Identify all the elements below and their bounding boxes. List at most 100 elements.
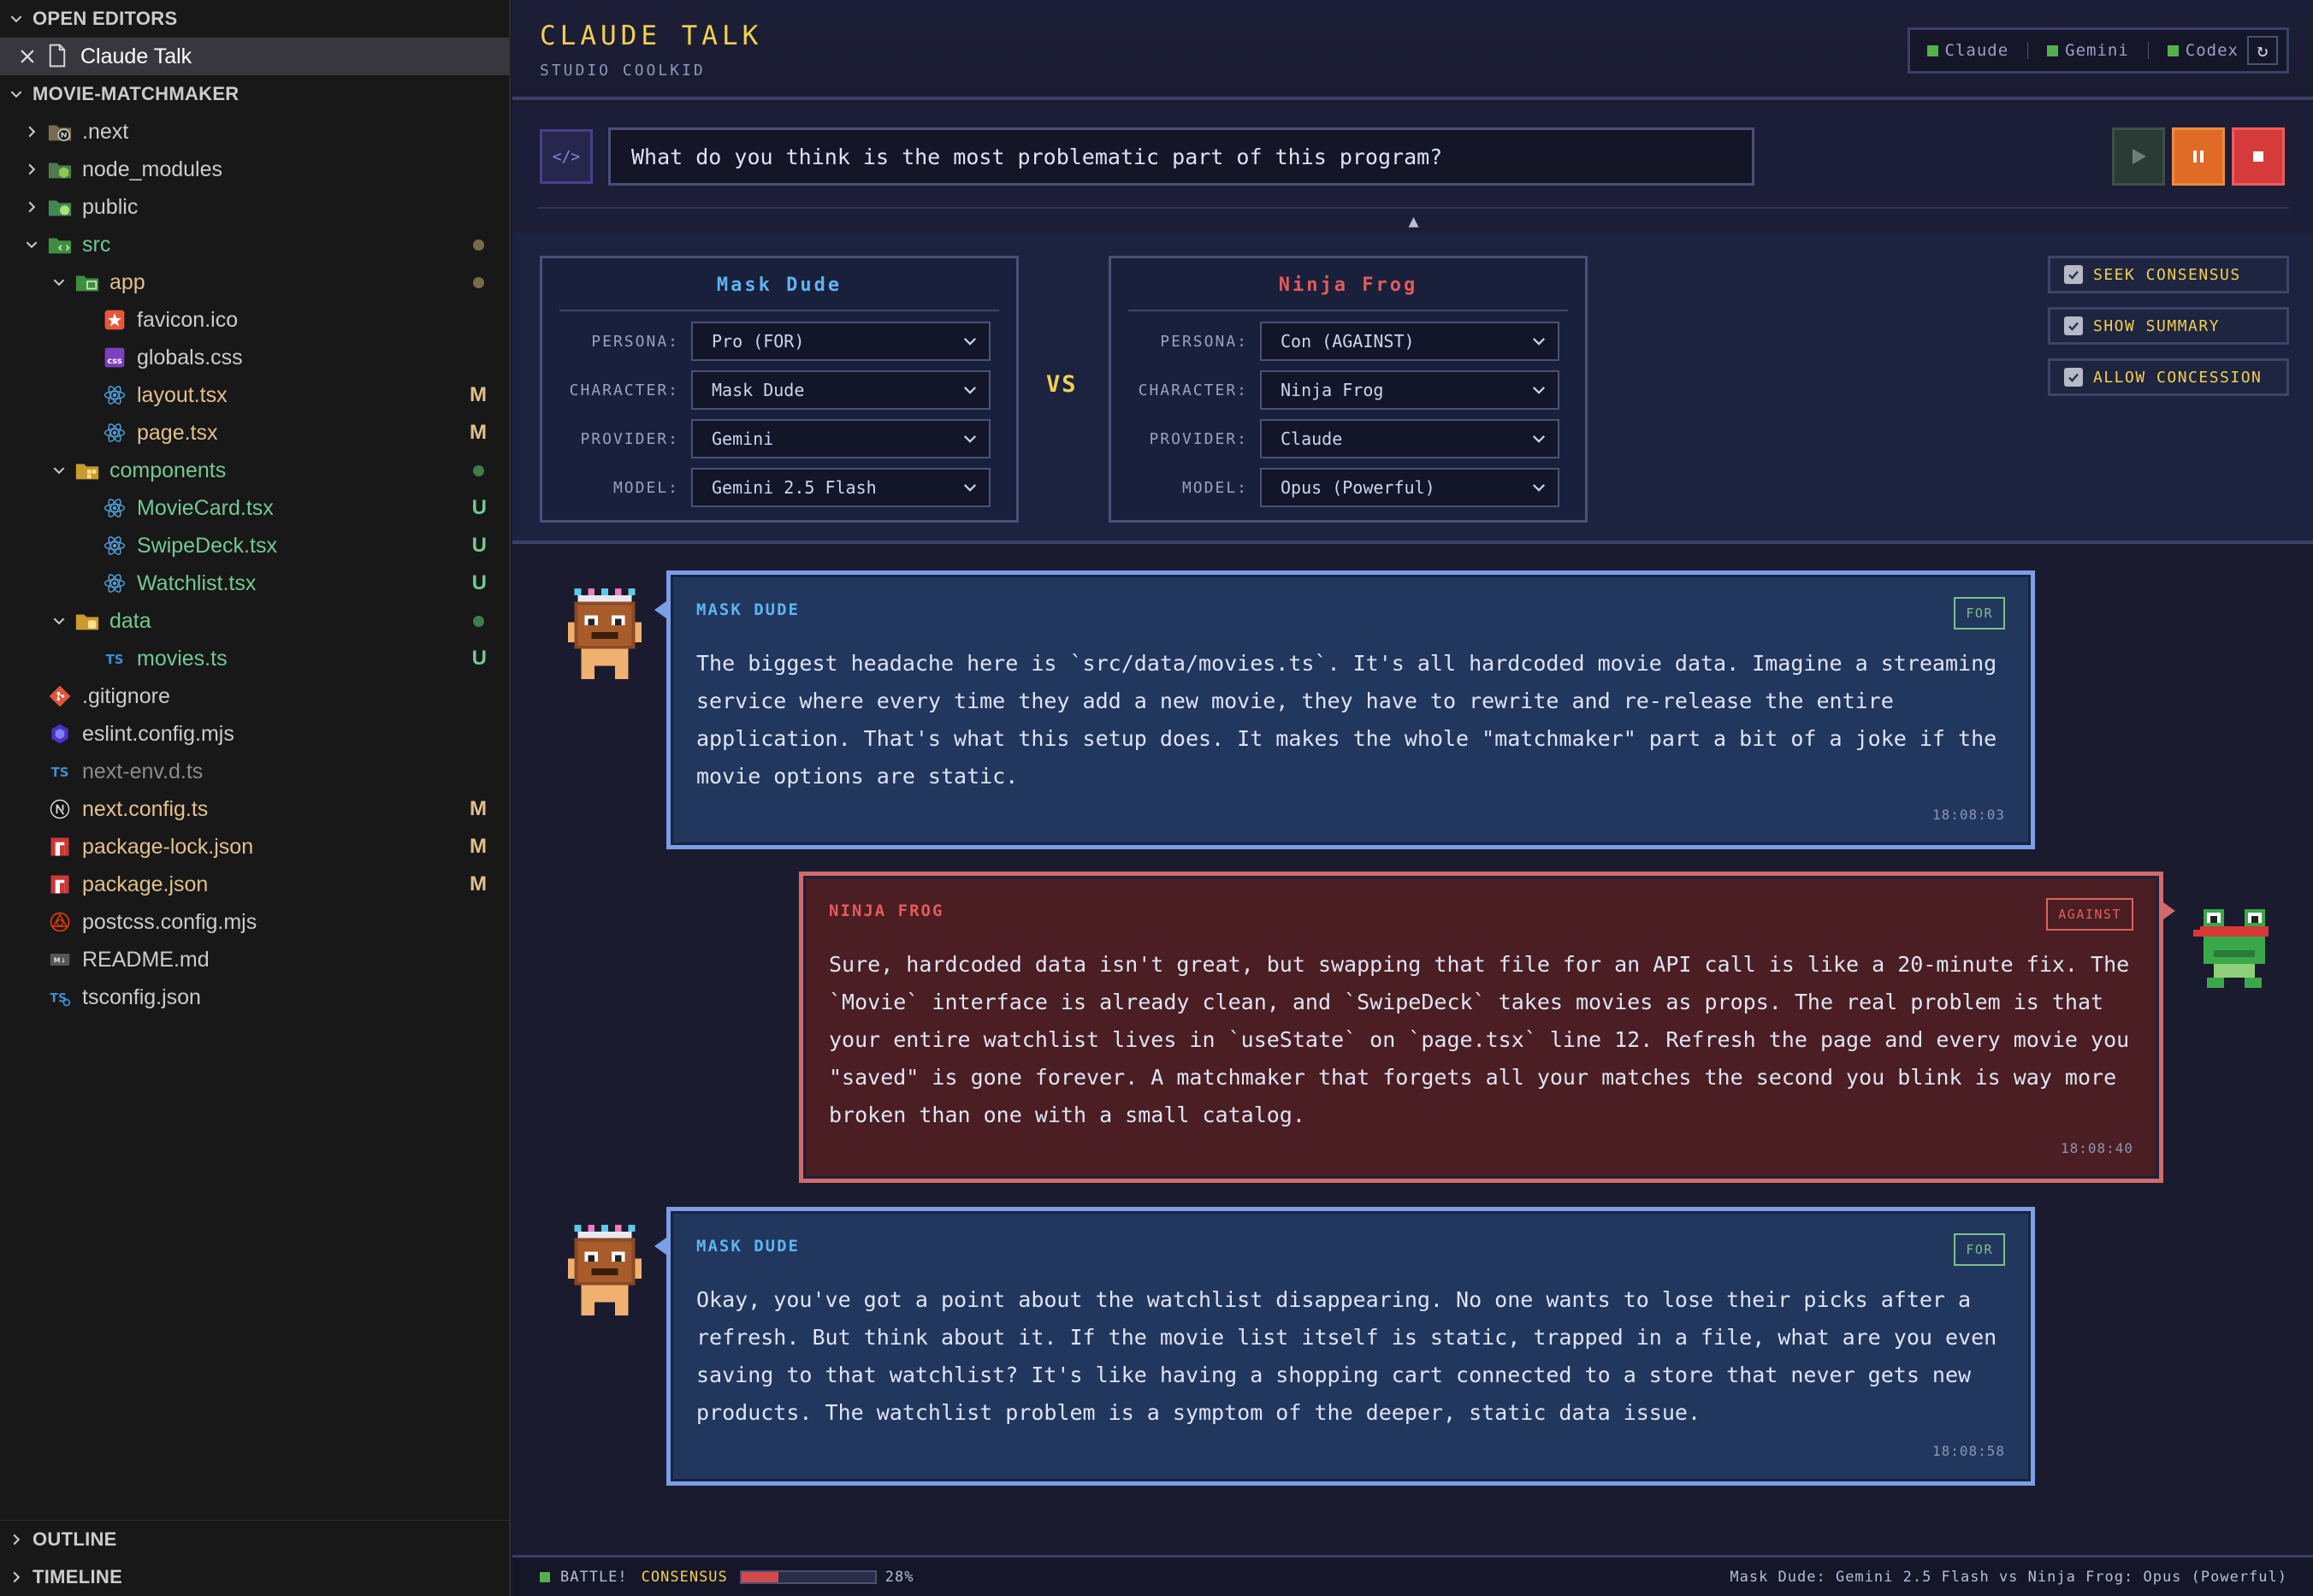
git-status-badge: M: [470, 421, 487, 444]
git-status-badge: U: [471, 571, 487, 594]
code-icon: </>: [552, 147, 581, 166]
fighter-card-ninja-frog: Ninja Frog PERSONA: Con (AGAINST) CHARACTER…: [1109, 256, 1588, 523]
tree-file[interactable]: css globals.css: [0, 339, 509, 376]
battle-config: Mask Dude PERSONA: Pro (FOR) CHARACTER: Mask…: [512, 233, 2313, 544]
tree-file[interactable]: package-lock.json M: [0, 828, 509, 866]
next-icon: [46, 795, 74, 823]
field-select[interactable]: Pro (FOR): [691, 322, 991, 361]
tree-item-label: postcss.config.mjs: [82, 909, 257, 934]
field-select[interactable]: Con (AGAINST): [1260, 322, 1559, 361]
src-folder-icon: [46, 231, 74, 258]
outline-header[interactable]: OUTLINE: [0, 1521, 509, 1558]
tree-folder[interactable]: data: [0, 602, 509, 640]
timeline-label: TIMELINE: [33, 1566, 123, 1587]
message-timestamp: 18:08:40: [2060, 1140, 2133, 1156]
collapse-toggle[interactable]: ▲: [538, 207, 2289, 233]
claude-talk-panel: CLAUDE TALK STUDIO COOLKID Claude Gemini…: [512, 0, 2313, 1596]
react-icon: [101, 532, 128, 559]
matchup-summary: Mask Dude: Gemini 2.5 Flash vs Ninja Fro…: [1730, 1568, 2287, 1586]
outline-label: OUTLINE: [33, 1528, 117, 1550]
tree-folder[interactable]: components: [0, 452, 509, 489]
tree-file[interactable]: package.json M: [0, 866, 509, 903]
chevron-down-icon: [50, 612, 68, 630]
tree-folder[interactable]: src: [0, 226, 509, 263]
chevron-down-icon: [963, 435, 977, 443]
open-editors-label: OPEN EDITORS: [33, 8, 178, 29]
fighter-field-row: PROVIDER: Claude: [1111, 417, 1585, 460]
svg-text:TS: TS: [51, 765, 69, 780]
tree-file[interactable]: page.tsx M: [0, 414, 509, 452]
tree-folder[interactable]: .next: [0, 113, 509, 151]
tree-folder[interactable]: node_modules: [0, 151, 509, 188]
fighter-field-row: PROVIDER: Gemini: [542, 417, 1016, 460]
checkbox-checked-icon[interactable]: [2064, 368, 2083, 387]
chat-message: MASK DUDE FOR Okay, you've got a point abo…: [666, 1207, 2035, 1486]
stance-badge: FOR: [1954, 597, 2005, 630]
tree-item-label: node_modules: [82, 157, 223, 181]
project-header[interactable]: MOVIE-MATCHMAKER: [0, 75, 509, 113]
tree-item-label: components: [109, 458, 227, 482]
field-label: CHARACTER:: [1138, 381, 1248, 399]
status-dot-icon: [2167, 44, 2179, 56]
tree-file[interactable]: SwipeDeck.tsx U: [0, 527, 509, 565]
chevron-down-icon: [50, 461, 68, 480]
chat-message: NINJA FROG AGAINST Sure, hardcoded data is…: [799, 872, 2163, 1183]
tree-item-label: MovieCard.tsx: [137, 495, 274, 520]
option-toggle[interactable]: ALLOW CONCESSION: [2048, 358, 2289, 396]
option-toggle[interactable]: SHOW SUMMARY: [2048, 307, 2289, 345]
field-select[interactable]: Gemini 2.5 Flash: [691, 468, 991, 507]
tree-file[interactable]: TS movies.ts U: [0, 640, 509, 677]
file-tree: .next node_modulespublic src app favicon.ico…: [0, 113, 509, 1016]
close-icon[interactable]: [15, 44, 39, 68]
provider-claude: Claude: [1926, 41, 2009, 60]
option-toggle[interactable]: SEEK CONSENSUS: [2048, 256, 2289, 293]
tree-file[interactable]: M↓ README.md: [0, 941, 509, 978]
tree-item-label: Watchlist.tsx: [137, 570, 257, 595]
file-icon: [48, 44, 70, 69]
field-select[interactable]: Mask Dude: [691, 370, 991, 410]
tree-file[interactable]: .gitignore: [0, 677, 509, 715]
tree-file[interactable]: eslint.config.mjs: [0, 715, 509, 753]
select-value: Claude: [1281, 429, 1343, 449]
provider-gemini: Gemini: [2047, 41, 2129, 60]
tree-file[interactable]: Watchlist.tsx U: [0, 565, 509, 602]
field-select[interactable]: Gemini: [691, 419, 991, 458]
consensus-label: CONSENSUS: [641, 1568, 728, 1586]
tree-folder[interactable]: app: [0, 263, 509, 301]
field-select[interactable]: Claude: [1260, 419, 1559, 458]
refresh-button[interactable]: ↻: [2247, 36, 2278, 65]
message-text: Okay, you've got a point about the watch…: [696, 1287, 1997, 1425]
tree-folder[interactable]: public: [0, 188, 509, 226]
tree-file[interactable]: TS tsconfig.json: [0, 978, 509, 1016]
tree-file[interactable]: postcss.config.mjs: [0, 903, 509, 941]
svg-text:M↓: M↓: [54, 957, 66, 965]
tree-file[interactable]: favicon.ico: [0, 301, 509, 339]
field-label: PROVIDER:: [1149, 429, 1248, 448]
open-editors-header[interactable]: OPEN EDITORS: [0, 0, 509, 38]
npm-icon: [46, 871, 74, 898]
checkbox-checked-icon[interactable]: [2064, 265, 2083, 284]
tree-file[interactable]: MovieCard.tsx U: [0, 489, 509, 527]
field-select[interactable]: Opus (Powerful): [1260, 468, 1559, 507]
git-status-dot: [473, 464, 484, 476]
chevron-right-icon: [22, 122, 41, 141]
timeline-header[interactable]: TIMELINE: [0, 1558, 509, 1596]
open-editor-item[interactable]: Claude Talk: [0, 38, 509, 75]
code-context-button[interactable]: </>: [540, 129, 593, 184]
checkbox-checked-icon[interactable]: [2064, 316, 2083, 335]
git-status-badge: U: [471, 496, 487, 519]
field-select[interactable]: Ninja Frog: [1260, 370, 1559, 410]
status-dot-icon: [2047, 44, 2059, 56]
play-button[interactable]: [2112, 127, 2165, 186]
tree-file[interactable]: next.config.ts M: [0, 790, 509, 828]
svg-text:TS: TS: [106, 652, 124, 667]
pause-button[interactable]: [2172, 127, 2225, 186]
ts-icon: TS: [101, 645, 128, 672]
fighter-field-row: PERSONA: Con (AGAINST): [1111, 320, 1585, 363]
prompt-input[interactable]: [608, 127, 1754, 186]
speech-pointer: [2163, 902, 2175, 919]
git-icon: [46, 683, 74, 710]
tree-file[interactable]: layout.tsx M: [0, 376, 509, 414]
stop-button[interactable]: [2232, 127, 2285, 186]
tree-file[interactable]: TS next-env.d.ts: [0, 753, 509, 790]
